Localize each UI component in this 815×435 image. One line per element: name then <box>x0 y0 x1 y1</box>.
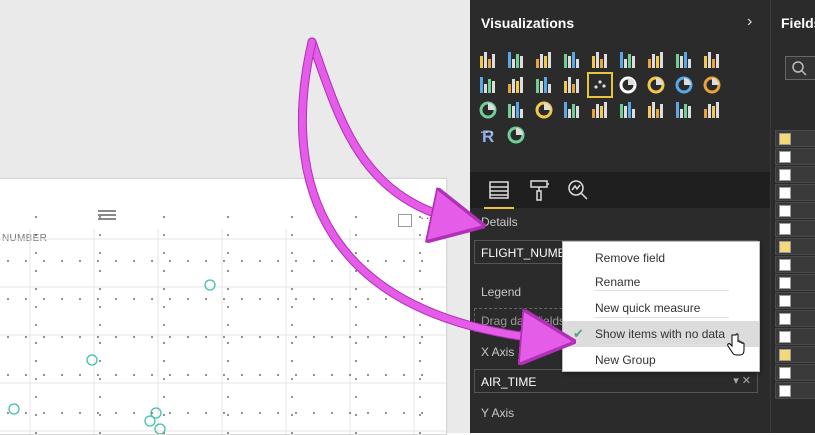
field-list-item[interactable] <box>775 364 815 381</box>
stacked-column-chart-icon[interactable] <box>506 50 526 70</box>
field-list-item[interactable] <box>775 328 815 345</box>
pane-title: Visualizations <box>481 15 575 31</box>
table-icon[interactable] <box>674 100 694 120</box>
field-checkbox[interactable] <box>779 151 791 163</box>
field-list-item[interactable] <box>775 130 815 147</box>
menu-item-remove-field[interactable]: Remove field <box>563 245 759 271</box>
card-icon[interactable] <box>562 100 582 120</box>
dropdown-icon[interactable]: ▾ <box>733 375 739 387</box>
field-list-item[interactable] <box>775 382 815 399</box>
funnel-icon[interactable] <box>506 100 526 120</box>
slicer-icon[interactable] <box>646 100 666 120</box>
scatter-marker <box>86 354 98 366</box>
line-and-stacked-column-icon[interactable] <box>478 75 498 95</box>
analytics-tab-icon[interactable] <box>566 178 590 202</box>
hand-cursor-icon <box>727 333 745 356</box>
x-axis-controls[interactable]: ▾ ✕ <box>733 374 751 387</box>
clustered-column-chart-icon[interactable] <box>562 50 582 70</box>
more-visuals-icon[interactable]: ... <box>480 120 495 136</box>
field-checkbox[interactable] <box>779 133 791 145</box>
checkmark-icon: ✔ <box>573 326 584 341</box>
treemap-icon[interactable] <box>674 75 694 95</box>
matrix-icon[interactable] <box>702 100 722 120</box>
field-list-item[interactable] <box>775 202 815 219</box>
field-list-item[interactable] <box>775 220 815 237</box>
field-list-item[interactable] <box>775 346 815 363</box>
field-checkbox[interactable] <box>779 187 791 199</box>
field-list-item[interactable] <box>775 184 815 201</box>
legend-label: Legend <box>481 285 522 299</box>
x-axis-field[interactable]: AIR_TIME <box>481 375 536 389</box>
field-checkbox[interactable] <box>779 241 791 253</box>
field-checkbox[interactable] <box>779 169 791 181</box>
map-icon[interactable] <box>702 75 722 95</box>
field-checkbox[interactable] <box>779 205 791 217</box>
100-stacked-column-chart-icon[interactable] <box>618 50 638 70</box>
fields-search-input[interactable] <box>785 56 815 80</box>
x-axis-label: X Axis <box>481 345 515 359</box>
waterfall-chart-icon[interactable] <box>562 75 582 95</box>
kpi-icon[interactable] <box>618 100 638 120</box>
line-chart-icon[interactable] <box>646 50 666 70</box>
scatter-chart-icon[interactable] <box>587 72 613 98</box>
multi-row-card-icon[interactable] <box>590 100 610 120</box>
field-checkbox[interactable] <box>779 385 791 397</box>
field-checkbox[interactable] <box>779 223 791 235</box>
area-chart-icon[interactable] <box>674 50 694 70</box>
fields-pane: Fields <box>770 0 815 433</box>
menu-divider <box>595 344 729 345</box>
format-tab-icon[interactable] <box>527 178 551 202</box>
pane-tabs <box>470 172 770 209</box>
donut-chart-icon[interactable] <box>646 75 666 95</box>
field-list-item[interactable] <box>775 256 815 273</box>
field-list-item[interactable] <box>775 274 815 291</box>
clustered-bar-chart-icon[interactable] <box>534 50 554 70</box>
menu-divider <box>595 317 729 318</box>
field-checkbox[interactable] <box>779 277 791 289</box>
details-label: Details <box>481 215 518 229</box>
y-axis-label: Y Axis <box>481 406 515 420</box>
field-list-item[interactable] <box>775 310 815 327</box>
field-checkbox[interactable] <box>779 349 791 361</box>
field-checkbox[interactable] <box>779 367 791 379</box>
arcgis-icon[interactable] <box>506 125 526 145</box>
pie-chart-icon[interactable] <box>618 75 638 95</box>
ribbon-chart-icon[interactable] <box>534 75 554 95</box>
remove-icon[interactable]: ✕ <box>742 375 751 387</box>
scatter-marker <box>8 403 20 415</box>
field-checkbox[interactable] <box>779 295 791 307</box>
field-checkbox[interactable] <box>779 259 791 271</box>
report-canvas: ··· NUMBER <box>0 0 470 435</box>
fields-tab-icon[interactable] <box>484 178 514 209</box>
field-checkbox[interactable] <box>779 331 791 343</box>
collapse-chevron-icon[interactable]: › <box>747 13 752 31</box>
filled-map-icon[interactable] <box>478 100 498 120</box>
field-list-item[interactable] <box>775 238 815 255</box>
scatter-marker <box>144 415 156 427</box>
search-icon <box>792 61 807 76</box>
scatter-plot-area <box>0 216 446 434</box>
stacked-bar-chart-icon[interactable] <box>478 50 498 70</box>
field-list-item[interactable] <box>775 166 815 183</box>
100-stacked-bar-chart-icon[interactable] <box>590 50 610 70</box>
line-and-clustered-column-icon[interactable] <box>506 75 526 95</box>
scatter-visual[interactable]: ··· NUMBER <box>0 178 447 435</box>
field-checkbox[interactable] <box>779 313 791 325</box>
field-list-item[interactable] <box>775 292 815 309</box>
menu-item-rename[interactable]: Rename <box>563 269 759 295</box>
gauge-icon[interactable] <box>534 100 554 120</box>
stacked-area-chart-icon[interactable] <box>702 50 722 70</box>
scatter-marker <box>204 279 216 291</box>
fields-pane-title: Fields <box>781 15 815 31</box>
menu-divider <box>595 290 729 291</box>
field-list-item[interactable] <box>775 148 815 165</box>
